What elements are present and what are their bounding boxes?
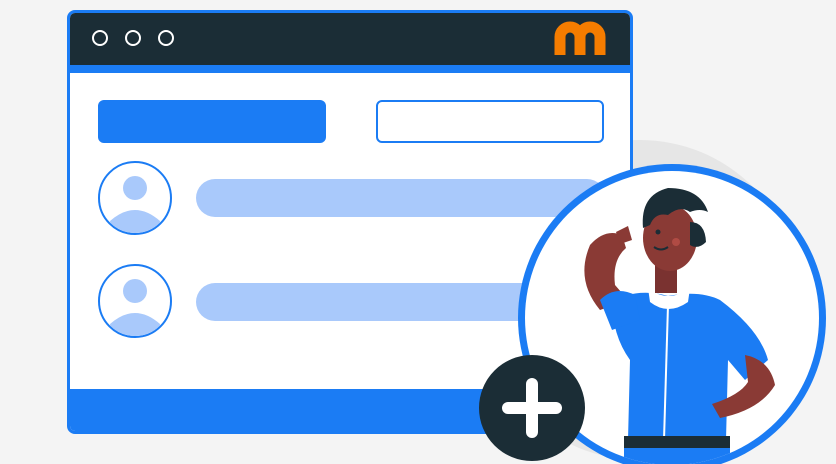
illustration-stage — [0, 0, 836, 464]
add-button[interactable] — [0, 0, 836, 464]
